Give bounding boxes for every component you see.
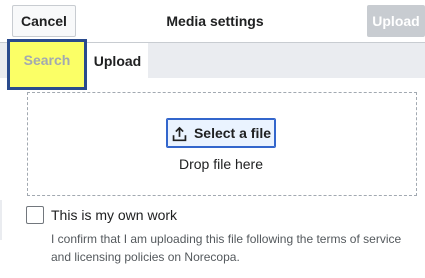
tab-upload[interactable]: Upload <box>87 43 148 78</box>
upload-icon <box>172 126 187 141</box>
select-file-button[interactable]: Select a file <box>166 118 276 148</box>
tab-search-label: Search <box>23 51 71 68</box>
media-settings-dialog: Cancel Media settings Upload Search Uplo… <box>0 0 425 278</box>
left-edge-divider <box>0 200 2 240</box>
cancel-button[interactable]: Cancel <box>12 5 76 37</box>
dialog-header: Cancel Media settings Upload <box>0 0 425 42</box>
own-work-help-text: I confirm that I am uploading this file … <box>51 232 402 264</box>
drop-file-text: Drop file here <box>178 156 264 172</box>
select-file-label: Select a file <box>193 125 272 141</box>
own-work-checkbox[interactable] <box>26 206 44 224</box>
tab-upload-label: Upload <box>93 52 142 69</box>
tab-search[interactable]: Search <box>7 39 87 90</box>
upload-button[interactable]: Upload <box>367 5 425 37</box>
dialog-title: Media settings <box>166 13 264 29</box>
own-work-label[interactable]: This is my own work <box>51 207 177 223</box>
